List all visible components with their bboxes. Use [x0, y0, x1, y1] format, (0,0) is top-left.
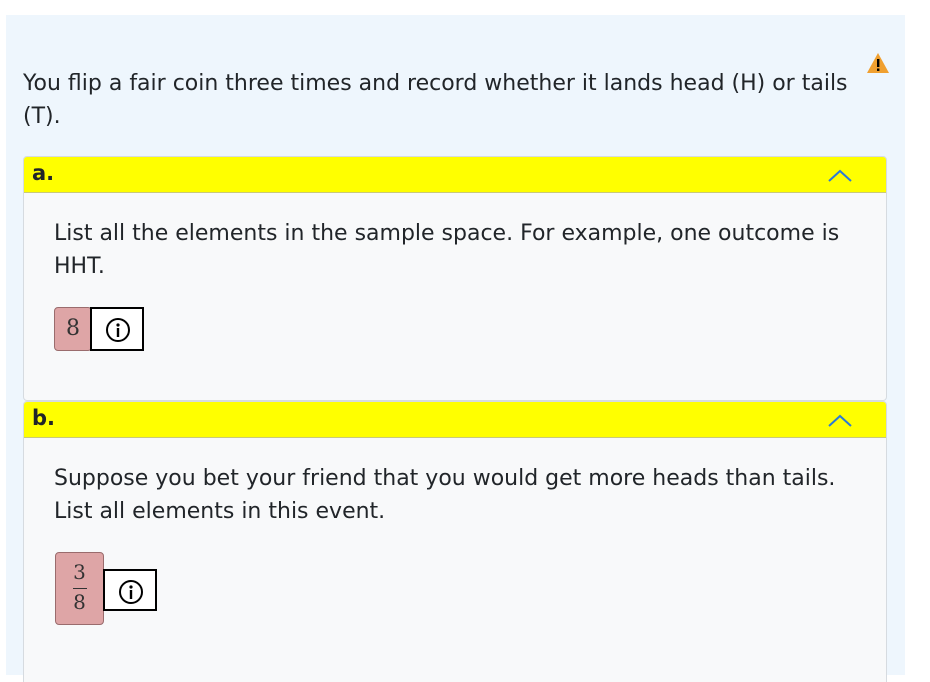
part-b-panel: b. Suppose you bet your friend that you … [23, 401, 887, 682]
part-b-question: Suppose you bet your friend that you wou… [54, 466, 836, 524]
answer-b-info-button[interactable] [103, 569, 157, 611]
fraction-bar [73, 588, 87, 589]
part-a-label: a. [32, 161, 55, 185]
problem-card: You flip a fair coin three times and rec… [6, 15, 905, 682]
part-b-header[interactable]: b. [24, 402, 886, 438]
answer-b-denominator: 8 [73, 590, 86, 614]
part-b-label: b. [32, 406, 56, 430]
part-a-panel: a. List all the elements in the sample s… [23, 156, 887, 401]
chevron-up-icon[interactable] [826, 411, 854, 429]
answer-b-value[interactable]: 3 8 [55, 552, 104, 625]
info-circle-icon [106, 318, 130, 342]
part-a-question: List all the elements in the sample spac… [54, 221, 840, 279]
answer-a-value[interactable]: 8 [54, 307, 92, 351]
answer-b-numerator: 3 [73, 560, 86, 584]
info-circle-icon [119, 580, 143, 604]
answer-a-info-button[interactable] [90, 307, 144, 351]
chevron-up-icon[interactable] [826, 166, 854, 184]
part-a-header[interactable]: a. [24, 157, 886, 193]
problem-statement: You flip a fair coin three times and rec… [23, 71, 848, 129]
